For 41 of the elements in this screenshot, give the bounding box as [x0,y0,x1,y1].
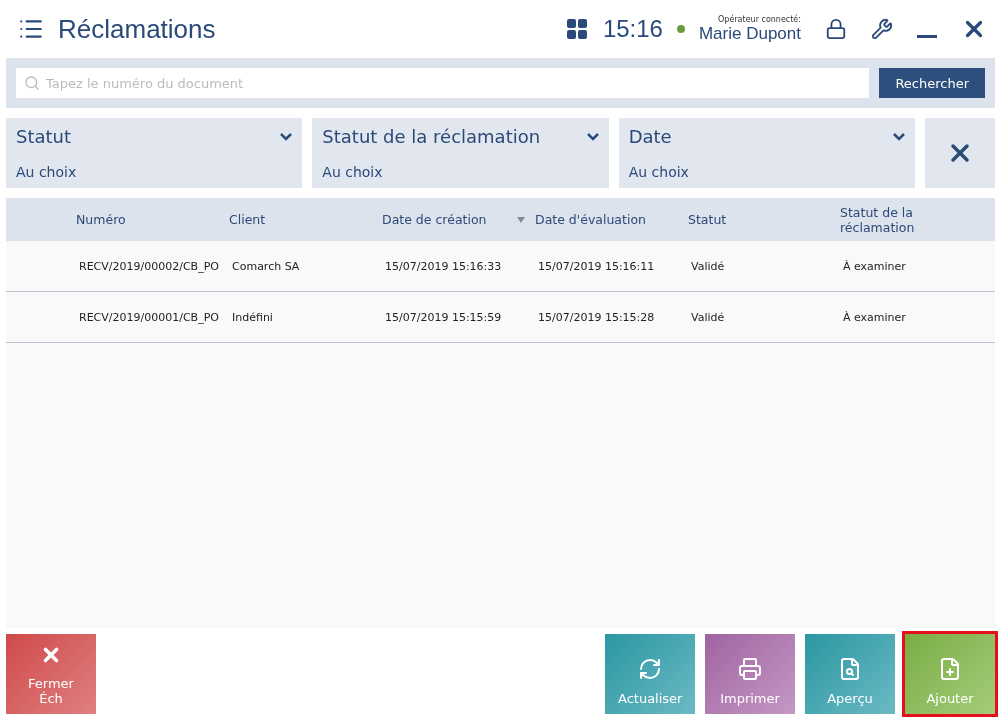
filter-dropdown[interactable]: Statut de la réclamation Au choix [312,118,609,188]
operator-name: Marie Dupont [698,23,801,44]
grid-icon[interactable] [564,17,589,41]
table-cell-text: À examiner [842,310,907,324]
column-header[interactable]: Date de création [382,212,535,227]
table-cell-text: Indéfini [231,310,274,324]
filter-dropdown[interactable]: Date Au choix [618,118,915,188]
search-field[interactable]: Tapez le numéro du document [16,68,870,98]
table-cell-text: Comarch SA [231,259,301,273]
table-row[interactable]: RECV/2019/00002/CB_PO Comarch SA 15/07/2019 15:16:33 15/07/2019 15:16:11 Validé À examiner [6,241,995,292]
table-cell-text: À examiner [842,259,907,273]
column-header[interactable]: Numéro [76,212,229,227]
chevron-icon [280,132,293,141]
column-header[interactable]: Date d'évaluation [535,212,688,227]
refresh-icon [638,657,662,681]
table-cell-text: 15/07/2019 15:15:59 [384,310,503,324]
table-row[interactable]: RECV/2019/00001/CB_PO Indéfini 15/07/2019 15:15:59 15/07/2019 15:15:28 Validé À examiner [6,292,995,343]
clock-time: 15:16 [602,15,663,43]
column-header[interactable]: Client [229,212,382,227]
document-add-icon [938,657,962,681]
table-cell-text: RECV/2019/00001/CB_PO [78,310,220,324]
operator-label: Opérateur connecté: [718,14,801,24]
sort-arrow-icon [517,216,525,223]
search-button[interactable]: Rechercher [879,68,985,98]
table-cell-text: RECV/2019/00002/CB_PO [78,259,220,273]
document-search-icon [838,657,862,681]
filter-dropdown[interactable]: Statut Au choix [6,118,303,188]
printer-icon [738,657,762,681]
table-cell-text: 15/07/2019 15:16:11 [537,259,656,273]
table-cell-text: Validé [690,259,726,273]
lock-button[interactable] [825,18,847,40]
column-header[interactable]: Statut de la réclamation [840,204,995,235]
table-cell-text: 15/07/2019 15:16:33 [384,259,503,273]
chevron-icon [586,132,599,141]
page-title: Réclamations [58,13,217,45]
settings-button[interactable] [871,18,893,40]
chevron-icon [893,132,905,141]
column-header[interactable]: Statut [688,212,840,227]
clear-filters-button[interactable] [925,118,995,188]
table-cell-text: Validé [690,310,726,324]
table-cell-text: 15/07/2019 15:15:28 [537,310,656,324]
